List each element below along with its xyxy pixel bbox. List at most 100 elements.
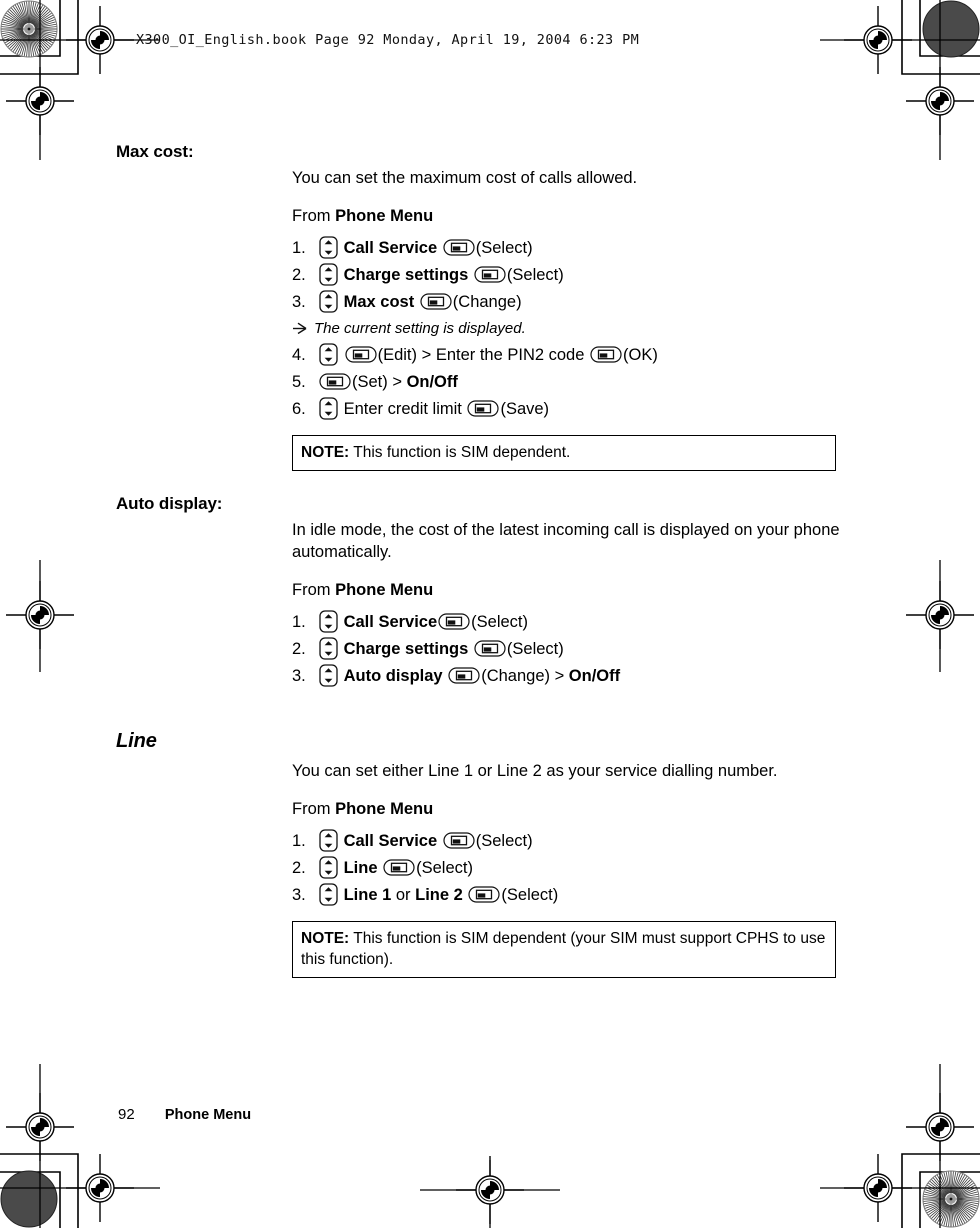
section-body-line: You can set either Line 1 or Line 2 as y… (292, 760, 840, 909)
menu-item-name: Call Service (343, 613, 438, 631)
menu-item-name: Charge settings (343, 640, 469, 658)
select-softkey-icon (474, 266, 506, 283)
instruction-step: 2. Line (Select) (292, 855, 840, 882)
section-body-auto-display: In idle mode, the cost of the latest inc… (292, 519, 840, 690)
step-number: 1. (292, 832, 306, 850)
menu-item-name: On/Off (406, 373, 458, 391)
menu-item-name: On/Off (568, 667, 621, 685)
step-number: 1. (292, 239, 306, 257)
step-number: 5. (292, 373, 306, 391)
note-text: This function is SIM dependent. (349, 444, 571, 461)
updown-navigation-key-icon (319, 856, 338, 879)
menu-name: Phone Menu (335, 581, 434, 599)
step-number: 2. (292, 266, 306, 284)
instruction-step: 3. Max cost (Change) (292, 289, 840, 316)
note-text: This function is SIM dependent (your SIM… (301, 930, 826, 968)
arrow-bullet-wrapper (292, 316, 314, 342)
step-text: (Select) (475, 239, 533, 257)
instruction-step: 3. Line 1 or Line 2 (Select) (292, 882, 840, 909)
select-softkey-icon (590, 346, 622, 363)
from-label: From (292, 207, 336, 225)
step-text: (Save) (500, 400, 550, 418)
section-heading-auto-display: Auto display: (116, 494, 223, 513)
step-text: (Select) (471, 613, 529, 631)
instruction-step-list: 1. Call Service (Select) 2. Charge settin… (292, 235, 840, 423)
instruction-step: 5. (Set) > On/Off (292, 369, 840, 396)
instruction-step: 3. Auto display (Change) > On/Off (292, 663, 840, 690)
note-label: NOTE: (301, 930, 350, 947)
from-menu-line: From Phone Menu (292, 798, 840, 820)
footer-page-number: 92 (118, 1106, 135, 1123)
step-text: (Select) (416, 859, 473, 877)
menu-item-name: Charge settings (343, 266, 469, 284)
updown-navigation-key-icon (319, 883, 338, 906)
step-text: (Select) (506, 266, 564, 284)
menu-item-name: Max cost (343, 293, 415, 311)
result-note-text: The current setting is displayed. (314, 320, 526, 337)
select-softkey-icon (319, 373, 351, 390)
updown-navigation-key-icon (319, 664, 338, 687)
menu-item-name: Line (343, 859, 378, 877)
step-text: or (391, 886, 416, 904)
select-softkey-icon (438, 613, 470, 630)
from-label: From (292, 800, 336, 818)
step-text: (Select) (475, 832, 533, 850)
note-box-max-cost: NOTE: This function is SIM dependent. (292, 435, 836, 471)
updown-navigation-key-icon (319, 397, 338, 420)
menu-name: Phone Menu (335, 800, 434, 818)
instruction-step: 1. Call Service (Select) (292, 828, 840, 855)
section-body-max-cost: You can set the maximum cost of calls al… (292, 167, 840, 423)
step-number: 3. (292, 886, 306, 904)
step-text: (Change) > (481, 667, 569, 685)
select-softkey-icon (468, 886, 501, 903)
step-text: (Set) > (352, 373, 407, 391)
instruction-step-list: 1. Call Service (Select) 2. Line (Select)… (292, 828, 840, 909)
instruction-step: 2. Charge settings (Select) (292, 636, 840, 663)
instruction-step: 2. Charge settings (Select) (292, 262, 840, 289)
arrow-bullet-icon (293, 322, 308, 334)
instruction-step: 4. (Edit) > Enter the PIN2 code (OK) (292, 342, 840, 369)
from-menu-line: From Phone Menu (292, 579, 840, 601)
intro-paragraph: You can set either Line 1 or Line 2 as y… (292, 762, 778, 780)
step-number: 3. (292, 667, 306, 685)
note-label: NOTE: (301, 444, 350, 461)
menu-item-name: Call Service (343, 239, 438, 257)
select-softkey-icon (383, 859, 415, 876)
menu-item-name: Auto display (343, 667, 443, 685)
intro-paragraph: You can set the maximum cost of calls al… (292, 169, 638, 187)
select-softkey-icon (474, 640, 506, 657)
instruction-step-list: 1. Call Service (Select) 2. Charge setting… (292, 609, 840, 690)
step-text: (OK) (623, 346, 658, 364)
step-number: 2. (292, 859, 306, 877)
page-footer: 92 Phone Menu (118, 1106, 251, 1123)
updown-navigation-key-icon (319, 637, 338, 660)
updown-navigation-key-icon (319, 610, 338, 633)
note-box-line: NOTE: This function is SIM dependent (yo… (292, 921, 836, 978)
step-number: 6. (292, 400, 306, 418)
step-text: (Change) (452, 293, 522, 311)
instruction-step: 1. Call Service (Select) (292, 235, 840, 262)
select-softkey-icon (420, 293, 452, 310)
updown-navigation-key-icon (319, 343, 338, 366)
menu-item-name: Line 1 (343, 886, 392, 904)
select-softkey-icon (443, 239, 475, 256)
select-softkey-icon (448, 667, 480, 684)
instruction-step: 6. Enter credit limit (Save) (292, 396, 840, 423)
document-page: Max cost: You can set the maximum cost of… (0, 0, 980, 1228)
intro-paragraph: In idle mode, the cost of the latest inc… (292, 521, 840, 561)
updown-navigation-key-icon (319, 236, 338, 259)
instruction-step: 1. Call Service (Select) (292, 609, 840, 636)
select-softkey-icon (443, 832, 475, 849)
from-label: From (292, 581, 336, 599)
step-number: 4. (292, 346, 306, 364)
menu-item-name: Line 2 (415, 886, 463, 904)
section-heading-line: Line (116, 730, 157, 752)
select-softkey-icon (467, 400, 500, 417)
footer-chapter-name: Phone Menu (164, 1107, 252, 1123)
step-text: (Select) (501, 886, 559, 904)
step-number: 1. (292, 613, 306, 631)
step-text: (Select) (506, 640, 564, 658)
inline-result-note: The current setting is displayed. (292, 316, 840, 342)
updown-navigation-key-icon (319, 290, 338, 313)
updown-navigation-key-icon (319, 263, 338, 286)
